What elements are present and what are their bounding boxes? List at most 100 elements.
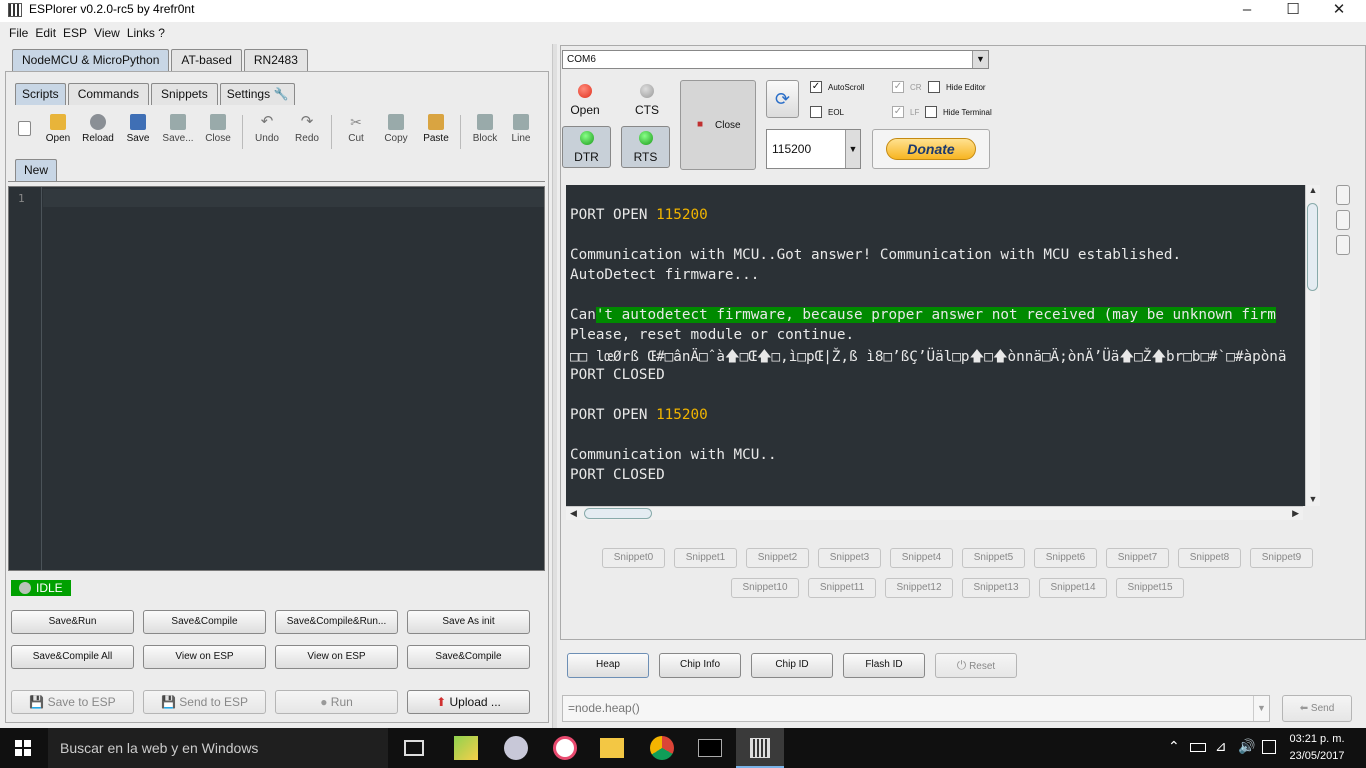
save-to-esp-button[interactable]: 💾 Save to ESP bbox=[11, 690, 134, 714]
windows-start-icon[interactable] bbox=[15, 740, 31, 756]
wifi-icon[interactable]: ⊿ bbox=[1215, 738, 1227, 755]
side-button[interactable] bbox=[1336, 235, 1350, 255]
scroll-up-icon[interactable]: ▲ bbox=[1306, 185, 1320, 195]
maximize-icon[interactable]: ☐ bbox=[1270, 0, 1316, 22]
menu-view[interactable]: View bbox=[90, 24, 123, 40]
snippet-button[interactable]: Snippet4 bbox=[890, 548, 953, 568]
tab-rn2483[interactable]: RN2483 bbox=[243, 49, 308, 71]
snippet-button[interactable]: Snippet9 bbox=[1250, 548, 1313, 568]
copy-button[interactable]: Copy bbox=[376, 112, 416, 152]
side-button[interactable] bbox=[1336, 210, 1350, 230]
file-explorer-icon[interactable] bbox=[600, 738, 624, 758]
search-box[interactable]: Buscar en la web y en Windows bbox=[48, 728, 388, 768]
view-on-esp-button[interactable]: View on ESP bbox=[143, 645, 266, 669]
tab-snippets[interactable]: Snippets bbox=[151, 83, 218, 105]
rts-toggle[interactable]: RTS bbox=[621, 126, 670, 168]
code-editor[interactable]: 1 bbox=[8, 186, 545, 571]
reload-button[interactable]: Reload bbox=[78, 112, 118, 152]
snippet-button[interactable]: Snippet7 bbox=[1106, 548, 1169, 568]
menu-links[interactable]: Links ? bbox=[123, 24, 168, 40]
save-compile-run-button[interactable]: Save&Compile&Run... bbox=[275, 610, 398, 634]
paste-button[interactable]: Paste bbox=[416, 112, 456, 152]
lf-checkbox[interactable]: ✓ LF bbox=[892, 106, 919, 118]
photos-app-icon[interactable] bbox=[454, 736, 478, 760]
tab-commands[interactable]: Commands bbox=[67, 83, 150, 105]
snippet-button[interactable]: Snippet12 bbox=[885, 578, 953, 598]
undo-button[interactable]: ↶ Undo bbox=[247, 112, 287, 152]
new-file-button[interactable] bbox=[10, 112, 38, 152]
dtr-toggle[interactable]: DTR bbox=[562, 126, 611, 168]
file-tab-new[interactable]: New bbox=[15, 159, 58, 181]
run-button[interactable]: ● Run bbox=[275, 690, 398, 714]
snippet-button[interactable]: Snippet5 bbox=[962, 548, 1025, 568]
close-port-button[interactable]: ■ Close bbox=[680, 80, 756, 170]
tab-scripts[interactable]: Scripts bbox=[15, 83, 66, 105]
send-button[interactable]: ⬅ Send bbox=[1282, 695, 1352, 722]
scroll-right-icon[interactable]: ▶ bbox=[1292, 508, 1299, 519]
snippet-button[interactable]: Snippet0 bbox=[602, 548, 665, 568]
save-button[interactable]: Save bbox=[118, 112, 158, 152]
snippet-button[interactable]: Snippet6 bbox=[1034, 548, 1097, 568]
tab-nodemcu[interactable]: NodeMCU & MicroPython bbox=[12, 49, 170, 71]
save-run-button[interactable]: Save&Run bbox=[11, 610, 134, 634]
line-button[interactable]: Line bbox=[505, 112, 537, 152]
baud-select[interactable]: 115200 ▼ bbox=[766, 129, 861, 169]
redo-button[interactable]: ↷ Redo bbox=[287, 112, 327, 152]
notifications-icon[interactable] bbox=[1262, 740, 1276, 754]
reset-button[interactable]: ⏻ Reset bbox=[935, 653, 1017, 678]
terminal-output[interactable]: PORT OPEN 115200 Communication with MCU.… bbox=[566, 185, 1305, 506]
save-as-button[interactable]: Save... bbox=[158, 112, 198, 152]
donate-button[interactable]: Donate bbox=[872, 129, 990, 169]
command-prompt-icon[interactable] bbox=[698, 739, 722, 757]
snippet-button[interactable]: Snippet2 bbox=[746, 548, 809, 568]
send-to-esp-button[interactable]: 💾 Send to ESP bbox=[143, 690, 266, 714]
scroll-down-icon[interactable]: ▼ bbox=[1306, 494, 1320, 504]
hide-editor-checkbox[interactable]: Hide Editor bbox=[928, 81, 986, 93]
save-compile-button-2[interactable]: Save&Compile bbox=[407, 645, 530, 669]
flash-id-button[interactable]: Flash ID bbox=[843, 653, 925, 678]
snipping-tool-icon[interactable] bbox=[504, 736, 528, 760]
itunes-icon[interactable] bbox=[553, 736, 577, 760]
menu-file[interactable]: File bbox=[0, 24, 31, 40]
eol-checkbox[interactable]: EOL bbox=[810, 106, 844, 118]
terminal-vertical-scrollbar[interactable]: ▲ ▼ bbox=[1305, 185, 1320, 506]
open-port-button[interactable]: Open bbox=[562, 80, 608, 122]
scroll-thumb[interactable] bbox=[584, 508, 652, 519]
snippet-button[interactable]: Snippet8 bbox=[1178, 548, 1241, 568]
menu-edit[interactable]: Edit bbox=[31, 24, 59, 40]
snippet-button[interactable]: Snippet14 bbox=[1039, 578, 1107, 598]
autoscroll-checkbox[interactable]: ✓ AutoScroll bbox=[810, 81, 864, 93]
cr-checkbox[interactable]: ✓ CR bbox=[892, 81, 922, 93]
close-file-button[interactable]: Close bbox=[198, 112, 238, 152]
heap-button[interactable]: Heap bbox=[567, 653, 649, 678]
chip-id-button[interactable]: Chip ID bbox=[751, 653, 833, 678]
snippet-button[interactable]: Snippet13 bbox=[962, 578, 1030, 598]
open-button[interactable]: Open bbox=[38, 112, 78, 152]
vertical-splitter[interactable] bbox=[552, 44, 557, 728]
chrome-icon[interactable] bbox=[650, 736, 674, 760]
snippet-button[interactable]: Snippet1 bbox=[674, 548, 737, 568]
terminal-horizontal-scrollbar[interactable]: ◀ ▶ bbox=[566, 506, 1303, 520]
save-compile-button[interactable]: Save&Compile bbox=[143, 610, 266, 634]
block-button[interactable]: Block bbox=[465, 112, 505, 152]
minimize-icon[interactable]: – bbox=[1224, 0, 1270, 22]
view-on-esp-button-2[interactable]: View on ESP bbox=[275, 645, 398, 669]
cut-button[interactable]: ✂ Cut bbox=[336, 112, 376, 152]
task-view-icon[interactable] bbox=[404, 740, 424, 756]
tab-settings[interactable]: Settings 🔧 bbox=[219, 83, 296, 105]
menu-esp[interactable]: ESP bbox=[59, 24, 90, 40]
port-select[interactable]: COM6 ▼ bbox=[562, 50, 989, 69]
volume-icon[interactable]: 🔊 bbox=[1238, 738, 1255, 755]
command-input[interactable]: =node.heap() ▼ bbox=[562, 695, 1270, 722]
tab-at-based[interactable]: AT-based bbox=[171, 49, 242, 71]
scroll-thumb[interactable] bbox=[1307, 203, 1318, 291]
snippet-button[interactable]: Snippet3 bbox=[818, 548, 881, 568]
hide-terminal-checkbox[interactable]: Hide Terminal bbox=[925, 106, 992, 118]
scroll-left-icon[interactable]: ◀ bbox=[570, 508, 577, 519]
chip-info-button[interactable]: Chip Info bbox=[659, 653, 741, 678]
side-button[interactable] bbox=[1336, 185, 1350, 205]
snippet-button[interactable]: Snippet11 bbox=[808, 578, 876, 598]
save-as-init-button[interactable]: Save As init bbox=[407, 610, 530, 634]
snippet-button[interactable]: Snippet15 bbox=[1116, 578, 1184, 598]
refresh-ports-button[interactable]: ⟳ bbox=[766, 80, 799, 118]
